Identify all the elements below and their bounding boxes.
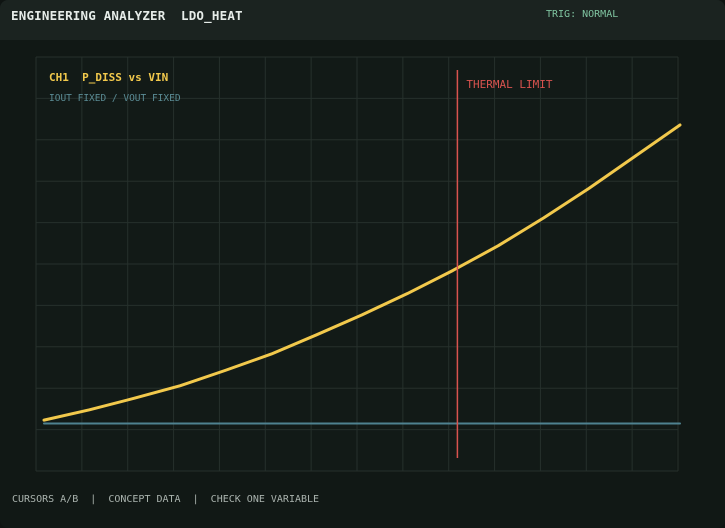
- chart-subtitle: IOUT FIXED / VOUT FIXED: [49, 93, 181, 104]
- chart-svg: THERMAL LIMIT CH1 P_DISS vs VIN IOUT FIXED…: [35, 56, 682, 472]
- analyzer-window: ENGINEERING ANALYZER LDO_HEAT TRIG: NORM…: [0, 0, 725, 528]
- thermal-limit-label: THERMAL LIMIT: [466, 78, 552, 91]
- footer-status: CURSORS A/B | CONCEPT DATA | CHECK ONE V…: [12, 494, 320, 505]
- plot-area[interactable]: THERMAL LIMIT CH1 P_DISS vs VIN IOUT FIXED…: [0, 40, 725, 488]
- trigger-status: TRIG: NORMAL: [546, 9, 619, 20]
- chart-title: CH1 P_DISS vs VIN: [49, 71, 168, 84]
- app-title: ENGINEERING ANALYZER LDO_HEAT: [11, 8, 243, 23]
- header-bar: ENGINEERING ANALYZER LDO_HEAT TRIG: NORM…: [0, 0, 725, 40]
